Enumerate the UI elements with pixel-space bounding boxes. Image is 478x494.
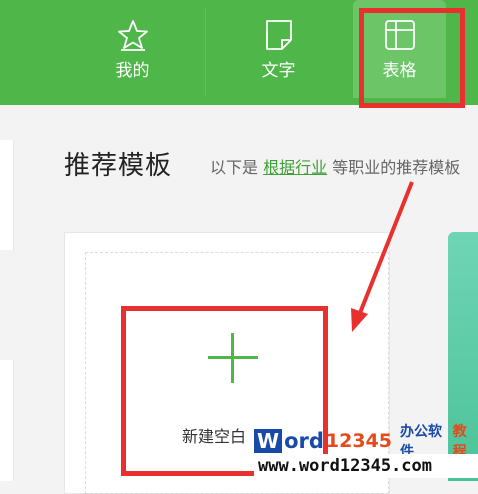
annotation-arrow: [351, 181, 414, 332]
watermark: W ord 12345 办公软件 教程 www.word12345.com: [254, 424, 478, 481]
watermark-url: www.word12345.com: [254, 454, 478, 478]
watermark-logo: W ord 12345 办公软件 教程: [254, 424, 478, 460]
